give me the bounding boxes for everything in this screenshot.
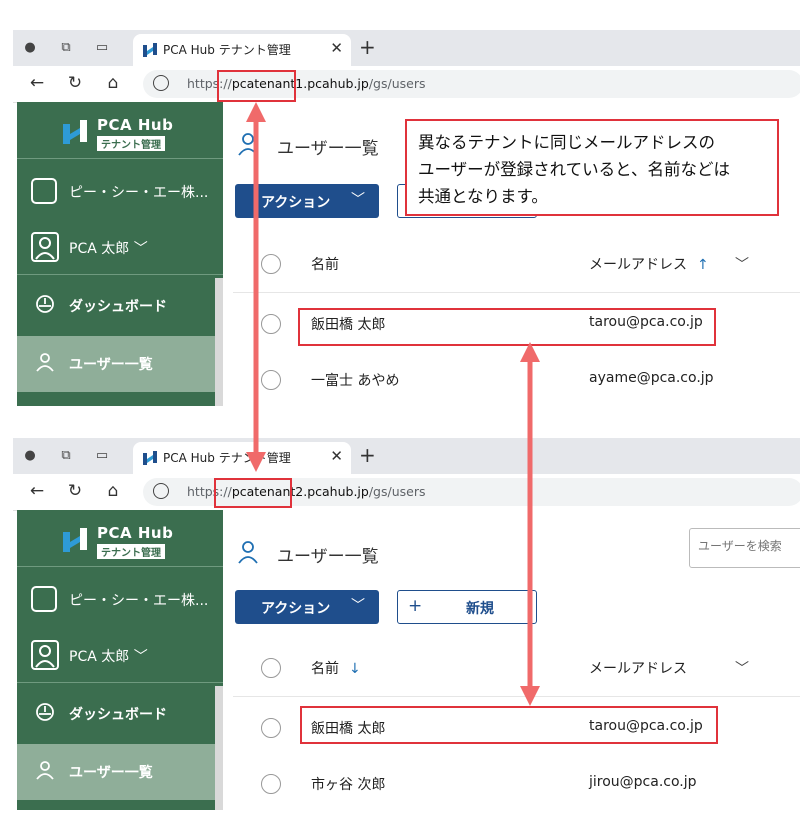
annotation-arrows bbox=[246, 102, 540, 706]
